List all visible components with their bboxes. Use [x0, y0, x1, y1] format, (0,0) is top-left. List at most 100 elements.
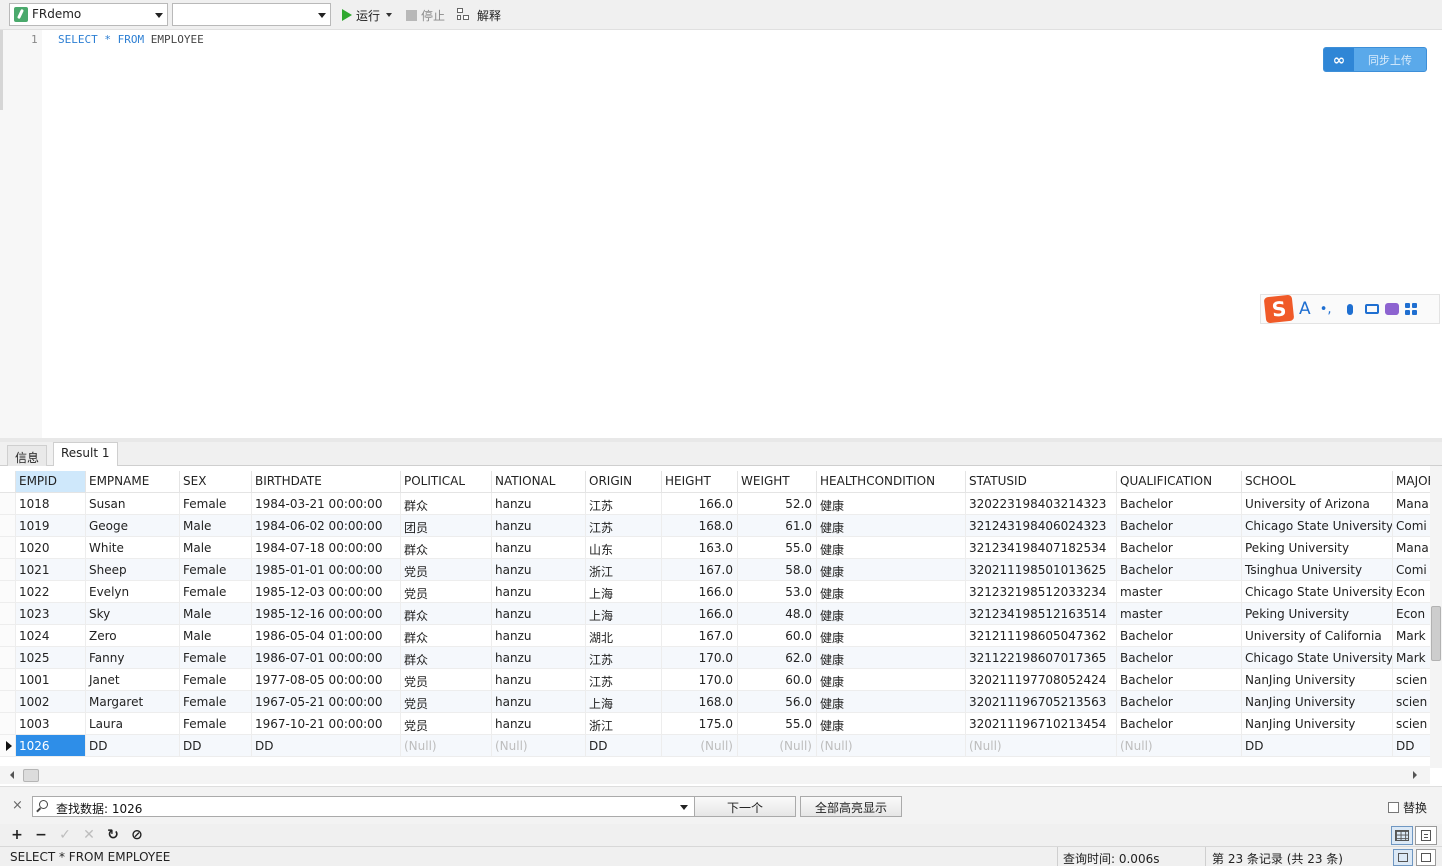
cell-origin[interactable]: 江苏: [586, 493, 662, 515]
cell-birthdate[interactable]: 1977-08-05 00:00:00: [252, 669, 401, 691]
column-header-empid[interactable]: EMPID: [16, 471, 86, 493]
cloud-upload-button[interactable]: ∞ 同步上传: [1323, 47, 1427, 72]
cell-qualification[interactable]: Bachelor: [1117, 691, 1242, 713]
cell-political[interactable]: 群众: [401, 493, 492, 515]
cell-weight[interactable]: 61.0: [738, 515, 817, 537]
cell-national[interactable]: hanzu: [492, 493, 586, 515]
table-row[interactable]: 1018 Susan Female 1984-03-21 00:00:00 群众 hanz…: [0, 493, 1430, 515]
cell-birthdate[interactable]: 1967-10-21 00:00:00: [252, 713, 401, 735]
cell-school[interactable]: NanJing University: [1242, 669, 1393, 691]
cell-national[interactable]: (Null): [492, 735, 586, 757]
scroll-right-icon[interactable]: [1413, 771, 1417, 779]
cell-political[interactable]: 党员: [401, 691, 492, 713]
cell-empname[interactable]: White: [86, 537, 180, 559]
tab-result-1[interactable]: Result 1: [53, 442, 118, 467]
row-indicator[interactable]: [0, 581, 16, 603]
cell-height[interactable]: 168.0: [662, 691, 738, 713]
cell-empid[interactable]: 1022: [16, 581, 86, 603]
cell-political[interactable]: 党员: [401, 713, 492, 735]
cell-empid[interactable]: 1001: [16, 669, 86, 691]
column-header-birthdate[interactable]: BIRTHDATE: [252, 471, 401, 493]
cell-school[interactable]: Tsinghua University: [1242, 559, 1393, 581]
cell-major[interactable]: scien: [1393, 669, 1430, 691]
cell-origin[interactable]: 江苏: [586, 647, 662, 669]
cell-birthdate[interactable]: 1967-05-21 00:00:00: [252, 691, 401, 713]
column-header-origin[interactable]: ORIGIN: [586, 471, 662, 493]
cell-national[interactable]: hanzu: [492, 669, 586, 691]
cell-statusid[interactable]: 320211197708052424: [966, 669, 1117, 691]
cell-birthdate[interactable]: 1986-05-04 01:00:00: [252, 625, 401, 647]
cell-statusid[interactable]: 320211196710213454: [966, 713, 1117, 735]
column-header-empname[interactable]: EMPNAME: [86, 471, 180, 493]
cell-major[interactable]: DD: [1393, 735, 1430, 757]
cell-political[interactable]: 党员: [401, 559, 492, 581]
cell-sex[interactable]: Female: [180, 713, 252, 735]
cell-empname[interactable]: Margaret: [86, 691, 180, 713]
cell-qualification[interactable]: Bachelor: [1117, 493, 1242, 515]
cell-height[interactable]: 167.0: [662, 625, 738, 647]
cell-empname[interactable]: Laura: [86, 713, 180, 735]
cell-origin[interactable]: 浙江: [586, 713, 662, 735]
cell-sex[interactable]: DD: [180, 735, 252, 757]
cell-school[interactable]: Peking University: [1242, 603, 1393, 625]
cell-height[interactable]: 167.0: [662, 559, 738, 581]
refresh-icon[interactable]: ↻: [104, 826, 122, 844]
cell-weight[interactable]: 62.0: [738, 647, 817, 669]
cell-birthdate[interactable]: 1985-12-03 00:00:00: [252, 581, 401, 603]
cell-empid[interactable]: 1020: [16, 537, 86, 559]
column-header-qualification[interactable]: QUALIFICATION: [1117, 471, 1242, 493]
cell-birthdate[interactable]: 1985-12-16 00:00:00: [252, 603, 401, 625]
add-record-icon[interactable]: +: [8, 826, 26, 844]
cell-empid[interactable]: 1025: [16, 647, 86, 669]
cell-statusid[interactable]: 321122198607017365: [966, 647, 1117, 669]
microphone-icon[interactable]: [1346, 303, 1353, 315]
keyboard-icon[interactable]: [1364, 304, 1379, 314]
result-grid[interactable]: EMPID EMPNAME SEX BIRTHDATE POLITICAL NATIONA…: [0, 466, 1430, 758]
cell-origin[interactable]: 上海: [586, 581, 662, 603]
cell-sex[interactable]: Female: [180, 669, 252, 691]
cell-statusid[interactable]: 321211198605047362: [966, 625, 1117, 647]
cell-healthcondition[interactable]: (Null): [817, 735, 966, 757]
table-row[interactable]: 1021 Sheep Female 1985-01-01 00:00:00 党员 hanz…: [0, 559, 1430, 581]
cell-birthdate[interactable]: 1984-03-21 00:00:00: [252, 493, 401, 515]
highlight-all-button[interactable]: 全部高亮显示: [800, 796, 902, 817]
cell-major[interactable]: Econ: [1393, 603, 1430, 625]
cell-major[interactable]: scien: [1393, 713, 1430, 735]
column-header-height[interactable]: HEIGHT: [662, 471, 738, 493]
cell-sex[interactable]: Female: [180, 647, 252, 669]
column-header-healthcondition[interactable]: HEALTHCONDITION: [817, 471, 966, 493]
cell-major[interactable]: Mark: [1393, 647, 1430, 669]
column-header-statusid[interactable]: STATUSID: [966, 471, 1117, 493]
explain-button[interactable]: 解释: [457, 5, 501, 25]
cell-qualification[interactable]: Bachelor: [1117, 559, 1242, 581]
cell-weight[interactable]: 60.0: [738, 625, 817, 647]
cell-school[interactable]: Chicago State University: [1242, 581, 1393, 603]
current-row-indicator[interactable]: [0, 735, 16, 757]
cell-qualification[interactable]: Bachelor: [1117, 515, 1242, 537]
cell-empid[interactable]: 1002: [16, 691, 86, 713]
cell-national[interactable]: hanzu: [492, 537, 586, 559]
row-indicator[interactable]: [0, 537, 16, 559]
cell-origin[interactable]: 浙江: [586, 559, 662, 581]
cell-empname[interactable]: Sky: [86, 603, 180, 625]
cell-major[interactable]: Mana: [1393, 537, 1430, 559]
discard-changes-icon[interactable]: ✕: [80, 826, 98, 844]
form-view-button[interactable]: [1415, 826, 1437, 845]
cell-political[interactable]: 群众: [401, 603, 492, 625]
table-row[interactable]: 1025 Fanny Female 1986-07-01 00:00:00 群众 hanz…: [0, 647, 1430, 669]
cell-qualification[interactable]: master: [1117, 603, 1242, 625]
cell-healthcondition[interactable]: 健康: [817, 625, 966, 647]
cell-school[interactable]: Chicago State University: [1242, 647, 1393, 669]
row-indicator[interactable]: [0, 669, 16, 691]
cell-birthdate[interactable]: 1984-07-18 00:00:00: [252, 537, 401, 559]
cell-school[interactable]: University of California: [1242, 625, 1393, 647]
cell-weight[interactable]: 48.0: [738, 603, 817, 625]
cell-height[interactable]: 163.0: [662, 537, 738, 559]
cell-school[interactable]: NanJing University: [1242, 713, 1393, 735]
cell-empname[interactable]: Sheep: [86, 559, 180, 581]
replace-checkbox[interactable]: [1388, 802, 1399, 813]
cell-national[interactable]: hanzu: [492, 713, 586, 735]
sql-editor[interactable]: 1 SELECT * FROM EMPLOYEE ∞ 同步上传 S A •,: [0, 30, 1442, 438]
cell-empname[interactable]: Janet: [86, 669, 180, 691]
cell-empname[interactable]: Susan: [86, 493, 180, 515]
